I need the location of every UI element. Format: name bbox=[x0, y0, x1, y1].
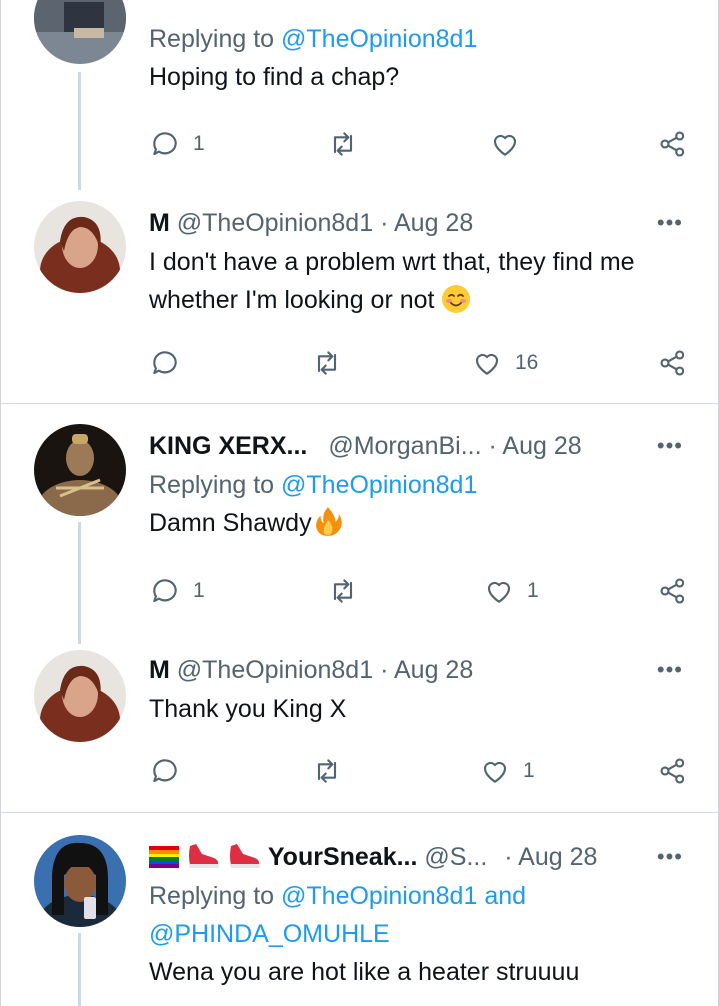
share-button[interactable] bbox=[657, 124, 689, 164]
heart-icon bbox=[487, 581, 511, 603]
share-icon bbox=[660, 350, 685, 376]
reply-joiner: and bbox=[484, 882, 527, 910]
heart-icon bbox=[483, 761, 507, 783]
reply-button[interactable] bbox=[149, 751, 181, 791]
thread-line bbox=[78, 522, 81, 644]
timestamp[interactable]: Aug 28 bbox=[394, 656, 473, 684]
display-name[interactable]: KING XERX... bbox=[149, 432, 307, 460]
mention-link[interactable]: @TheOpinion8d1 bbox=[281, 882, 477, 910]
retweet-button[interactable] bbox=[311, 751, 343, 791]
reply-count: 1 bbox=[193, 132, 205, 155]
replying-to: Replying to @TheOpinion8d1 bbox=[149, 25, 478, 53]
tweet-text: Wena you are hot like a heater struuuu bbox=[149, 958, 580, 986]
tweet-text: Hoping to find a chap? bbox=[149, 63, 400, 91]
user-handle[interactable]: @TheOpinion8d1 bbox=[177, 656, 373, 684]
reply-icon bbox=[153, 759, 177, 783]
reply-icon bbox=[153, 132, 177, 156]
tweet-actions: 1 bbox=[149, 124, 694, 164]
thread-line bbox=[78, 72, 81, 190]
like-count: 1 bbox=[527, 579, 539, 602]
tweet-header: M @TheOpinion8d1 · Aug 28 ••• bbox=[149, 203, 689, 243]
like-button[interactable]: 16 bbox=[471, 343, 538, 383]
heart-icon bbox=[475, 353, 499, 375]
reply-count: 1 bbox=[193, 579, 205, 602]
separator-dot: · bbox=[380, 656, 389, 684]
retweet-icon bbox=[317, 759, 337, 783]
share-button[interactable] bbox=[657, 751, 689, 791]
reply-button[interactable]: 1 bbox=[149, 571, 205, 611]
user-handle[interactable]: @TheOpinion8d1 bbox=[177, 209, 373, 237]
more-options-icon[interactable]: ••• bbox=[657, 650, 683, 690]
tweet-text: Thank you King X bbox=[149, 695, 347, 723]
tweet[interactable]: Replying to @TheOpinion8d1 Hoping to fin… bbox=[1, 0, 718, 195]
heart-icon bbox=[493, 134, 517, 156]
tweet[interactable]: YourSneak... @S... · Aug 28 ••• Replying… bbox=[1, 813, 718, 1006]
share-button[interactable] bbox=[657, 343, 689, 383]
mention-link[interactable]: @PHINDA_OMUHLE bbox=[149, 920, 390, 948]
like-button[interactable]: 1 bbox=[483, 571, 539, 611]
tweet-text: Damn Shawdy bbox=[149, 504, 689, 548]
user-handle[interactable]: @S... bbox=[424, 843, 487, 871]
like-button[interactable]: 1 bbox=[479, 751, 535, 791]
retweet-button[interactable] bbox=[327, 124, 359, 164]
tweet-actions: 1 1 bbox=[149, 571, 694, 611]
mention-link[interactable]: @TheOpinion8d1 bbox=[281, 471, 477, 499]
retweet-icon bbox=[333, 579, 353, 603]
retweet-button[interactable] bbox=[327, 571, 359, 611]
separator-dot: · bbox=[488, 432, 497, 460]
user-handle[interactable]: @MorganBi... bbox=[328, 432, 481, 460]
display-name[interactable]: M bbox=[149, 209, 170, 237]
share-icon bbox=[660, 758, 685, 784]
timestamp[interactable]: Aug 28 bbox=[518, 843, 597, 871]
timestamp[interactable]: Aug 28 bbox=[394, 209, 473, 237]
sneaker-icon bbox=[229, 844, 260, 868]
tweet[interactable]: M @TheOpinion8d1 · Aug 28 ••• I don't ha… bbox=[1, 195, 718, 403]
reply-icon bbox=[153, 579, 177, 603]
more-options-icon[interactable]: ••• bbox=[657, 837, 683, 877]
tweet-header: YourSneak... @S... · Aug 28 ••• bbox=[149, 837, 689, 877]
separator-dot: · bbox=[380, 209, 389, 237]
tweet[interactable]: M @TheOpinion8d1 · Aug 28 ••• Thank you … bbox=[1, 644, 718, 812]
retweet-icon bbox=[317, 351, 337, 375]
mention-link[interactable]: @TheOpinion8d1 bbox=[281, 25, 477, 53]
retweet-icon bbox=[333, 132, 353, 156]
reply-button[interactable] bbox=[149, 343, 181, 383]
tweet-actions: 1 bbox=[149, 751, 694, 791]
separator-dot: · bbox=[504, 843, 513, 871]
timestamp[interactable]: Aug 28 bbox=[502, 432, 581, 460]
tweet[interactable]: KING XERX... @MorganBi... · Aug 28 ••• R… bbox=[1, 404, 718, 644]
reply-button[interactable]: 1 bbox=[149, 124, 205, 164]
share-icon bbox=[660, 131, 685, 157]
more-options-icon[interactable]: ••• bbox=[657, 426, 683, 466]
like-count: 16 bbox=[515, 351, 539, 374]
avatar[interactable] bbox=[34, 0, 126, 64]
sneaker-icon bbox=[188, 844, 219, 868]
more-options-icon[interactable]: ••• bbox=[657, 203, 683, 243]
name-emojis bbox=[149, 843, 268, 871]
smiling-face-emoji bbox=[441, 284, 471, 325]
like-count: 1 bbox=[523, 759, 535, 782]
tweet-actions: 16 bbox=[149, 343, 694, 383]
share-button[interactable] bbox=[657, 571, 689, 611]
reply-icon bbox=[153, 351, 177, 375]
like-button[interactable] bbox=[489, 124, 521, 164]
retweet-button[interactable] bbox=[311, 343, 343, 383]
tweet-header: M @TheOpinion8d1 · Aug 28 ••• bbox=[149, 650, 689, 690]
replying-to: Replying to @TheOpinion8d1 bbox=[149, 471, 478, 499]
reply-thread: Replying to @TheOpinion8d1 Hoping to fin… bbox=[0, 0, 720, 1006]
rainbow-flag-icon bbox=[149, 846, 179, 868]
avatar[interactable] bbox=[34, 650, 126, 742]
thread-line bbox=[78, 933, 81, 1006]
avatar[interactable] bbox=[34, 201, 126, 293]
display-name[interactable]: YourSneak... bbox=[268, 843, 418, 871]
tweet-text: I don't have a problem wrt that, they fi… bbox=[149, 243, 689, 325]
display-name[interactable]: M bbox=[149, 656, 170, 684]
replying-to: Replying to @TheOpinion8d1 and @PHINDA_OM… bbox=[149, 882, 527, 948]
share-icon bbox=[660, 578, 685, 604]
avatar[interactable] bbox=[34, 835, 126, 927]
fire-emoji bbox=[312, 505, 344, 548]
avatar[interactable] bbox=[34, 424, 126, 516]
tweet-header: KING XERX... @MorganBi... · Aug 28 ••• bbox=[149, 426, 689, 466]
